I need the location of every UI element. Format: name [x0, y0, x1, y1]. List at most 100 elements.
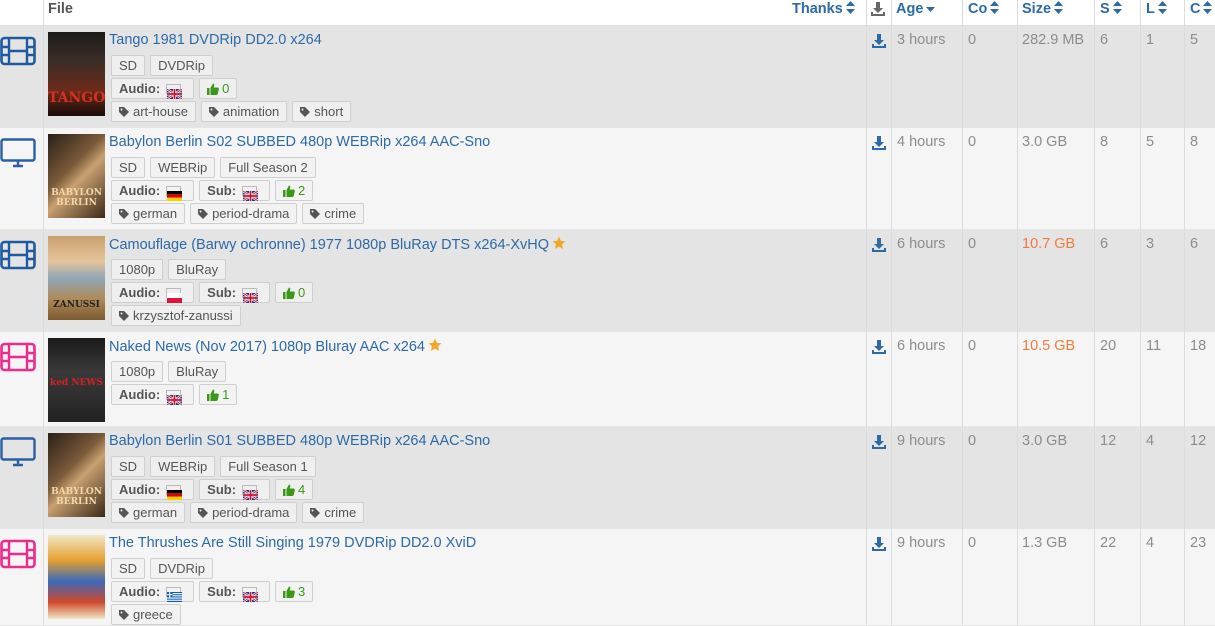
column-age[interactable]: Age [896, 0, 936, 26]
age-cell: 6 hours [897, 338, 946, 354]
poster-thumbnail[interactable]: ked NEWS [48, 338, 105, 422]
monitor-icon[interactable] [0, 138, 36, 168]
tag-chip[interactable]: krzysztof-zanussi [111, 305, 241, 326]
subtitle-chip: Sub: [199, 180, 271, 202]
audio-chip: Audio: [111, 479, 195, 500]
tag-icon [198, 208, 209, 219]
tag-chip[interactable]: german [111, 203, 186, 224]
poster-thumbnail[interactable]: TANGO [48, 32, 105, 116]
tag-icon [119, 106, 129, 117]
tag-chip[interactable]: german [111, 502, 186, 523]
monitor-icon[interactable] [0, 437, 36, 467]
torrent-title-link[interactable]: Camouflage (Barwy ochronne) 1977 1080p B… [109, 236, 566, 253]
tag-icon [119, 208, 129, 219]
tag-chip[interactable]: animation [200, 101, 288, 122]
tag-label: crime [324, 206, 357, 221]
torrent-title-link[interactable]: Naked News (Nov 2017) 1080p Bluray AAC x… [109, 338, 442, 355]
likes-count: 3 [298, 584, 306, 599]
torrent-title-link[interactable]: Tango 1981 DVDRip DD2.0 x264 [109, 32, 322, 48]
audio-label: Audio: [119, 285, 161, 300]
download-icon[interactable] [872, 136, 886, 150]
tag-chip[interactable]: crime [302, 502, 365, 523]
thanks-label: Thanks [792, 1, 843, 17]
column-leechers[interactable]: L [1146, 0, 1167, 26]
tag-chip[interactable]: short [292, 101, 352, 122]
audio-chip: Audio: [111, 78, 195, 100]
column-seeders[interactable]: S [1100, 0, 1122, 26]
size-cell: 1.3 GB [1022, 535, 1068, 551]
film-adult-icon[interactable] [0, 539, 36, 569]
film-icon[interactable] [0, 240, 36, 270]
sort-icon [990, 1, 1000, 14]
torrent-title-link[interactable]: Babylon Berlin S01 SUBBED 480p WEBRip x2… [109, 433, 490, 449]
completed-cell: 8 [1190, 134, 1199, 150]
comments-cell: 0 [968, 535, 977, 551]
likes-chip[interactable]: 0 [275, 282, 314, 303]
audio-label: Audio: [119, 387, 161, 402]
badge-line: SD DVDRip [111, 558, 214, 579]
download-icon[interactable] [872, 34, 886, 48]
thumbs-up-icon [207, 389, 219, 401]
age-cell: 9 hours [897, 433, 946, 449]
likes-chip[interactable]: 0 [199, 78, 238, 99]
likes-chip[interactable]: 2 [275, 180, 314, 201]
quality-badge: BluRay [168, 259, 227, 280]
seeders-cell: 12 [1100, 433, 1117, 449]
column-size[interactable]: Size [1022, 0, 1064, 26]
quality-badge: SD [111, 558, 146, 579]
likes-chip[interactable]: 3 [275, 581, 314, 602]
poster-thumbnail[interactable] [48, 535, 105, 619]
tag-line: greece [111, 604, 181, 625]
sort-icon [1054, 1, 1064, 14]
poster-thumbnail[interactable]: BABYLON BERLIN [48, 433, 105, 517]
tag-line: art-house animation short [111, 101, 352, 122]
sort-icon [1157, 1, 1167, 14]
poster-thumbnail[interactable]: ZANUSSI [48, 236, 105, 320]
gr-flag [166, 586, 183, 602]
tag-chip[interactable]: period-drama [190, 203, 298, 224]
film-icon[interactable] [0, 36, 36, 66]
comments-cell: 0 [968, 338, 977, 354]
likes-chip[interactable]: 1 [199, 384, 238, 405]
badge-line: SD WEBRip Full Season 1 [111, 456, 316, 477]
leechers-cell: 4 [1146, 433, 1155, 449]
sort-icon [1112, 1, 1122, 14]
star-icon [552, 236, 566, 249]
tag-chip[interactable]: crime [302, 203, 365, 224]
download-icon[interactable] [872, 238, 886, 252]
download-icon[interactable] [872, 340, 886, 354]
quality-badge: SD [111, 157, 146, 178]
language-line: Audio: 0 [111, 78, 238, 100]
badge-line: 1080p BluRay [111, 361, 227, 382]
column-completed[interactable]: C [1190, 0, 1213, 26]
tag-icon [208, 106, 219, 117]
sub-label: Sub: [207, 285, 237, 300]
column-file: File [48, 1, 73, 17]
sort-desc-icon [926, 7, 936, 12]
seeders-cell: 20 [1100, 338, 1117, 354]
tag-chip[interactable]: period-drama [190, 502, 298, 523]
table-row: BABYLON BERLIN Babylon Berlin S02 SUBBED … [0, 128, 1215, 230]
download-icon[interactable] [872, 537, 886, 551]
comments-cell: 0 [968, 236, 977, 252]
column-comments[interactable]: Co [968, 0, 1000, 26]
tag-label: german [133, 206, 178, 221]
quality-badge: Full Season 1 [220, 456, 316, 477]
sub-label: Sub: [207, 183, 237, 198]
torrent-title-link[interactable]: Babylon Berlin S02 SUBBED 480p WEBRip x2… [109, 134, 490, 150]
sub-label: Sub: [207, 584, 237, 599]
column-thanks[interactable]: Thanks [792, 0, 855, 26]
subtitle-chip: Sub: [199, 479, 271, 501]
film-adult-icon[interactable] [0, 342, 36, 372]
sort-icon [845, 1, 855, 14]
likes-chip[interactable]: 4 [275, 479, 314, 500]
poster-thumbnail[interactable]: BABYLON BERLIN [48, 134, 105, 218]
column-download [871, 2, 885, 28]
tag-chip[interactable]: art-house [111, 101, 196, 122]
torrent-title-link[interactable]: The Thrushes Are Still Singing 1979 DVDR… [109, 535, 476, 551]
download-icon[interactable] [872, 435, 886, 449]
tag-chip[interactable]: greece [111, 604, 181, 625]
poster-text: BABYLON BERLIN [51, 487, 102, 507]
badge-line: SD DVDRip [111, 55, 214, 76]
seeders-cell: 6 [1100, 32, 1109, 48]
